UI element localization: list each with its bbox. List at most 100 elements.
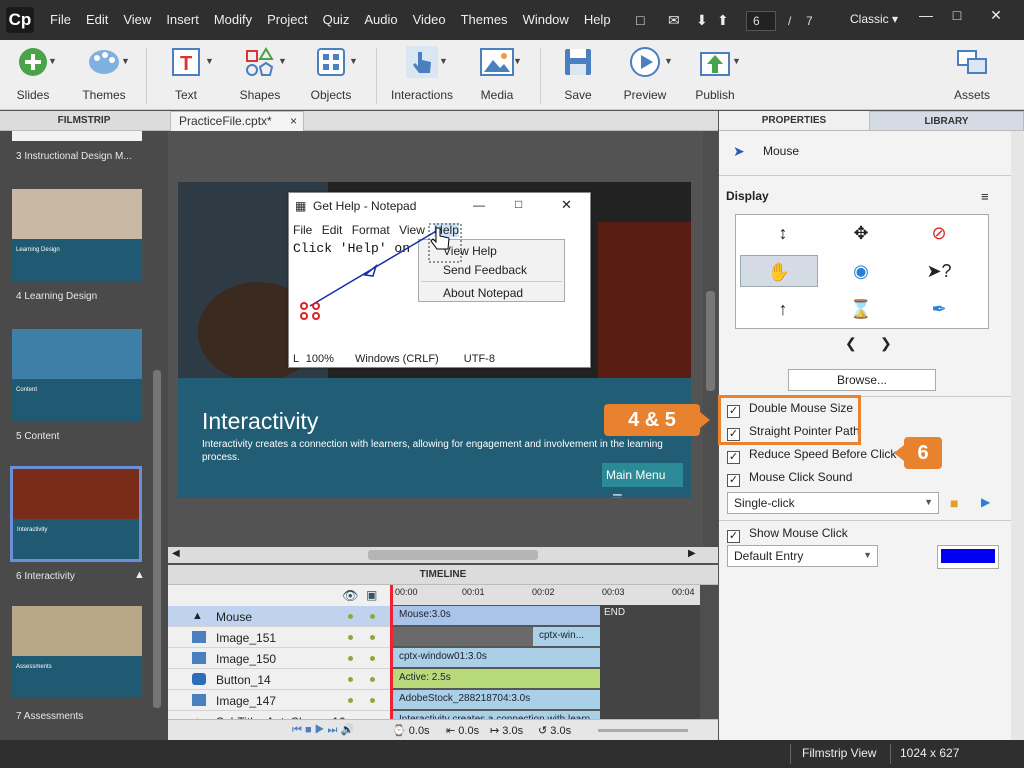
- chevron-down-icon[interactable]: ▼: [732, 56, 741, 66]
- menu-view[interactable]: View: [123, 12, 151, 27]
- save-button[interactable]: Save: [547, 44, 609, 102]
- reduce-speed-option[interactable]: ✓ Reduce Speed Before Click: [727, 447, 896, 464]
- play-sound-icon[interactable]: ▶: [981, 495, 990, 509]
- timeline-vertical-scrollbar[interactable]: [700, 585, 718, 719]
- timeline-bar[interactable]: cptx-win...: [533, 627, 600, 646]
- timeline-ruler[interactable]: 00:00 00:01 00:02 00:03 00:04: [390, 585, 700, 605]
- arrow-up-cursor-icon[interactable]: ↑: [744, 293, 822, 325]
- playback-controls-icon[interactable]: ⏮ ■ ▶ ⏭ 🔊: [292, 723, 354, 737]
- menu-quiz[interactable]: Quiz: [323, 12, 350, 27]
- slide-thumbnail[interactable]: Learning Design: [12, 189, 142, 281]
- hourglass-cursor-icon[interactable]: ⌛: [822, 293, 900, 325]
- menu-window[interactable]: Window: [523, 12, 569, 27]
- timeline-row[interactable]: Image_151: [168, 627, 390, 648]
- hand-cursor-icon[interactable]: ✋: [740, 255, 818, 287]
- menu-modify[interactable]: Modify: [214, 12, 252, 27]
- timeline-bar[interactable]: Active: 2.5s: [393, 669, 600, 688]
- properties-scrollbar[interactable]: [1011, 131, 1024, 740]
- menu-video[interactable]: Video: [413, 12, 446, 27]
- folder-icon[interactable]: ■: [950, 495, 958, 511]
- tab-properties[interactable]: PROPERTIES: [719, 111, 869, 131]
- timeline-row[interactable]: Image_150: [168, 648, 390, 669]
- chevron-down-icon[interactable]: ▼: [121, 56, 130, 66]
- menu-help[interactable]: Help: [584, 12, 611, 27]
- chevron-left-icon[interactable]: ❮: [845, 335, 857, 352]
- timeline-row[interactable]: ▲ Mouse: [168, 606, 390, 627]
- move-cursor-icon[interactable]: ✥: [822, 217, 900, 249]
- resize-vertical-cursor-icon[interactable]: ↕: [744, 217, 822, 249]
- publish-button[interactable]: Publish: [684, 44, 746, 102]
- scroll-left-icon[interactable]: ◀: [172, 548, 180, 559]
- eyedropper-cursor-icon[interactable]: ✒: [900, 293, 978, 325]
- menu-file[interactable]: File: [50, 12, 71, 27]
- current-page-field[interactable]: 6: [746, 11, 776, 31]
- menu-edit[interactable]: Edit: [86, 12, 108, 27]
- chevron-down-icon[interactable]: ▼: [349, 56, 358, 66]
- show-mouse-click-option[interactable]: ✓ Show Mouse Click: [727, 526, 848, 543]
- slide-thumbnail[interactable]: Assessments: [12, 606, 142, 698]
- checkbox[interactable]: ✓: [727, 530, 740, 543]
- shapes-button[interactable]: Shapes: [229, 44, 291, 102]
- media-button[interactable]: Media: [466, 44, 528, 102]
- timeline-row[interactable]: Image_147: [168, 690, 390, 711]
- mail-icon[interactable]: ✉: [668, 12, 680, 29]
- list-options-icon[interactable]: ≡: [981, 189, 989, 204]
- click-sound-select[interactable]: Single-click ▼: [727, 492, 939, 514]
- text-button[interactable]: T Text: [155, 44, 217, 102]
- help-cursor-icon[interactable]: ➤?: [900, 255, 978, 287]
- tab-library[interactable]: LIBRARY: [869, 111, 1024, 131]
- not-allowed-cursor-icon[interactable]: ⊘: [900, 217, 978, 249]
- menu-project[interactable]: Project: [267, 12, 307, 27]
- checkbox[interactable]: ✓: [727, 451, 740, 464]
- workspace-select[interactable]: Classic ▾: [850, 12, 898, 26]
- zoom-slider[interactable]: [598, 729, 688, 732]
- main-menu-button[interactable]: Main Menu ☰: [602, 463, 683, 498]
- slide-thumbnail[interactable]: [12, 131, 142, 141]
- arrow-up-icon[interactable]: ⬆: [717, 12, 729, 29]
- click-style-select[interactable]: Default Entry ▼: [727, 545, 878, 567]
- mouse-click-sound-option[interactable]: ✓ Mouse Click Sound: [727, 470, 852, 487]
- interactions-button[interactable]: Interactions: [391, 44, 453, 102]
- browse-button[interactable]: Browse...: [788, 369, 936, 391]
- filmstrip-scrollbar[interactable]: [153, 370, 161, 708]
- document-tab[interactable]: PracticeFile.cptx* ×: [170, 111, 304, 132]
- timeline-bar[interactable]: AdobeStock_288218704:3.0s: [393, 690, 600, 709]
- timeline-bar[interactable]: cptx-window01:3.0s: [393, 648, 600, 667]
- close-tab-icon[interactable]: ×: [290, 114, 297, 128]
- chevron-right-icon[interactable]: ❯: [880, 335, 892, 352]
- slide-thumbnail[interactable]: Content: [12, 329, 142, 421]
- chevron-down-icon[interactable]: ▼: [278, 56, 287, 66]
- arrow-down-icon[interactable]: ⬇: [696, 12, 708, 29]
- chevron-down-icon[interactable]: ▼: [513, 56, 522, 66]
- slide-description[interactable]: Interactivity creates a connection with …: [202, 438, 672, 464]
- chevron-down-icon[interactable]: ▼: [664, 56, 673, 66]
- circle-cursor-icon[interactable]: ◉: [822, 255, 900, 287]
- minimize-button[interactable]: —: [914, 4, 938, 26]
- stage-horizontal-scrollbar[interactable]: ◀ ▶: [168, 547, 718, 563]
- click-color-swatch[interactable]: [937, 545, 999, 569]
- eye-icon[interactable]: 👁: [342, 588, 359, 604]
- timeline-bar[interactable]: Mouse:3.0s: [393, 606, 600, 625]
- slide-title[interactable]: Interactivity: [202, 408, 318, 435]
- maximize-button[interactable]: □: [945, 4, 969, 26]
- menu-audio[interactable]: Audio: [364, 12, 397, 27]
- menu-insert[interactable]: Insert: [166, 12, 199, 27]
- objects-button[interactable]: Objects: [300, 44, 362, 102]
- scroll-right-icon[interactable]: ▶: [688, 548, 696, 559]
- slides-button[interactable]: Slides: [2, 44, 64, 102]
- preview-button[interactable]: Preview: [614, 44, 676, 102]
- timeline-row[interactable]: Button_14: [168, 669, 390, 690]
- assets-button[interactable]: Assets: [941, 44, 1003, 102]
- chevron-down-icon[interactable]: ▼: [48, 56, 57, 66]
- close-window-button[interactable]: ✕: [984, 4, 1008, 26]
- scroll-thumb[interactable]: [368, 550, 538, 560]
- themes-button[interactable]: Themes: [73, 44, 135, 102]
- lock-icon[interactable]: ▣: [366, 588, 377, 602]
- mouse-path-overlay[interactable]: [290, 210, 470, 330]
- chevron-down-icon[interactable]: ▼: [439, 56, 448, 66]
- slide-thumbnail-selected[interactable]: Interactivity: [10, 466, 142, 562]
- menu-themes[interactable]: Themes: [461, 12, 508, 27]
- stage-vertical-scrollbar[interactable]: [703, 131, 718, 547]
- comment-icon[interactable]: □: [636, 12, 644, 28]
- checkbox[interactable]: ✓: [727, 474, 740, 487]
